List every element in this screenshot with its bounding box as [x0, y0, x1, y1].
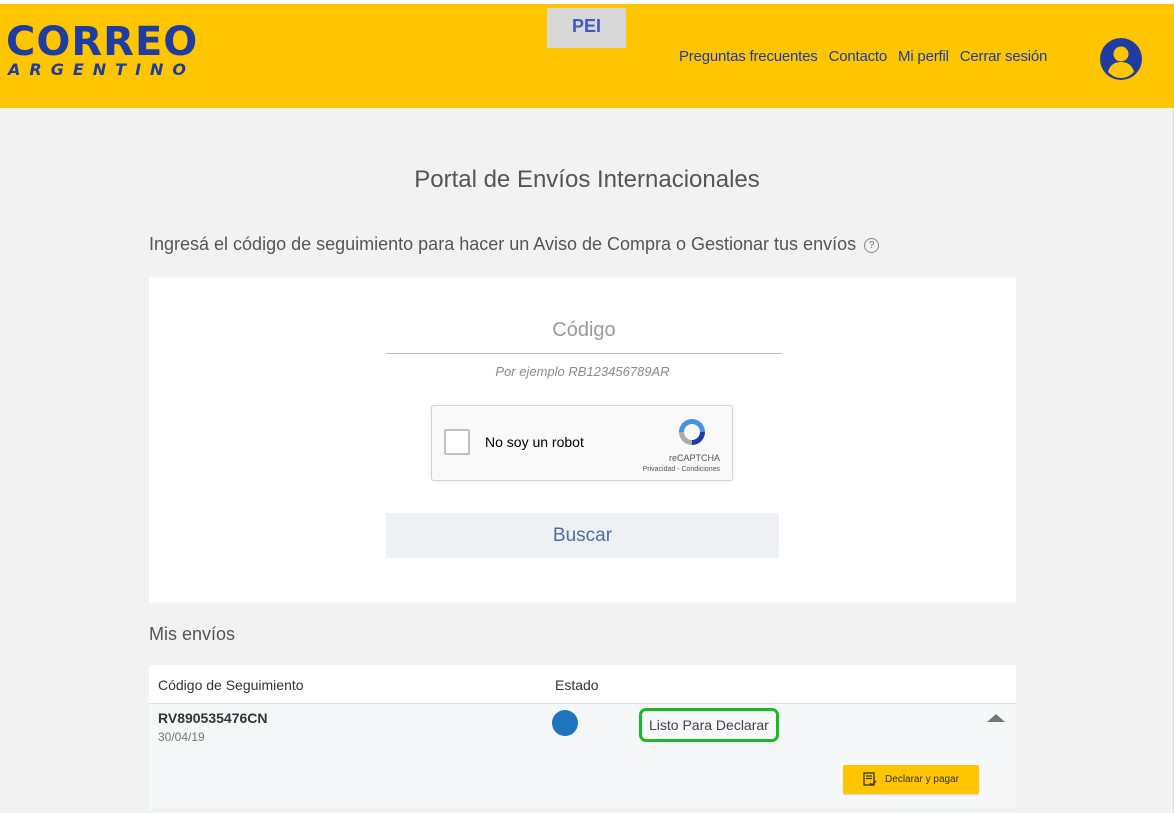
- tracking-code-hint: Por ejemplo RB123456789AR: [495, 364, 670, 379]
- nav-link-contact[interactable]: Contacto: [829, 48, 888, 65]
- page-title: Portal de Envíos Internacionales: [414, 166, 760, 193]
- top-nav: Preguntas frecuentes Contacto Mi perfil …: [679, 48, 1047, 65]
- tracking-code-input[interactable]: [386, 307, 782, 354]
- declare-and-pay-button[interactable]: Declarar y pagar: [843, 765, 979, 794]
- environment-tag: PEI: [547, 8, 626, 48]
- nav-link-faq[interactable]: Preguntas frecuentes: [679, 48, 818, 65]
- shipment-tracking-code: RV890535476CN: [158, 710, 268, 726]
- question-circle-icon[interactable]: ?: [864, 238, 880, 253]
- status-badge: Listo Para Declarar: [639, 708, 779, 742]
- recaptcha-checkbox[interactable]: [444, 429, 470, 455]
- nav-link-profile[interactable]: Mi perfil: [898, 48, 949, 65]
- logo-sub-text: ARGENTINO: [8, 60, 196, 79]
- column-header-tracking-code: Código de Seguimiento: [158, 677, 304, 693]
- chevron-up-icon[interactable]: [987, 714, 1005, 722]
- header: CORREO ARGENTINO PEI Preguntas frecuente…: [0, 4, 1174, 108]
- nav-link-logout[interactable]: Cerrar sesión: [960, 48, 1048, 65]
- declare-and-pay-label: Declarar y pagar: [885, 774, 959, 785]
- search-card: Por ejemplo RB123456789AR No soy un robo…: [149, 277, 1016, 603]
- shipments-table: Código de Seguimiento Estado RV890535476…: [149, 665, 1016, 809]
- recaptcha-logo-icon: [679, 419, 705, 445]
- logo-main-text: CORREO: [6, 19, 199, 65]
- table-header: Código de Seguimiento Estado: [149, 665, 1016, 704]
- user-circle-icon[interactable]: [1100, 38, 1142, 80]
- column-header-status: Estado: [555, 677, 599, 693]
- search-button[interactable]: Buscar: [386, 513, 779, 558]
- correo-argentino-logo[interactable]: CORREO ARGENTINO: [6, 22, 198, 78]
- my-shipments-title: Mis envíos: [149, 624, 236, 644]
- shipment-date: 30/04/19: [158, 730, 205, 744]
- document-check-icon: [863, 772, 877, 786]
- status-indicator: [552, 710, 578, 736]
- recaptcha-label: No soy un robot: [485, 434, 584, 450]
- recaptcha-widget: No soy un robot reCAPTCHA Privacidad - C…: [431, 405, 733, 481]
- search-instructions: Ingresá el código de seguimiento para ha…: [149, 234, 880, 255]
- search-instructions-text: Ingresá el código de seguimiento para ha…: [149, 234, 857, 254]
- recaptcha-links[interactable]: Privacidad - Condiciones: [432, 466, 720, 473]
- recaptcha-brand: reCAPTCHA: [668, 453, 720, 463]
